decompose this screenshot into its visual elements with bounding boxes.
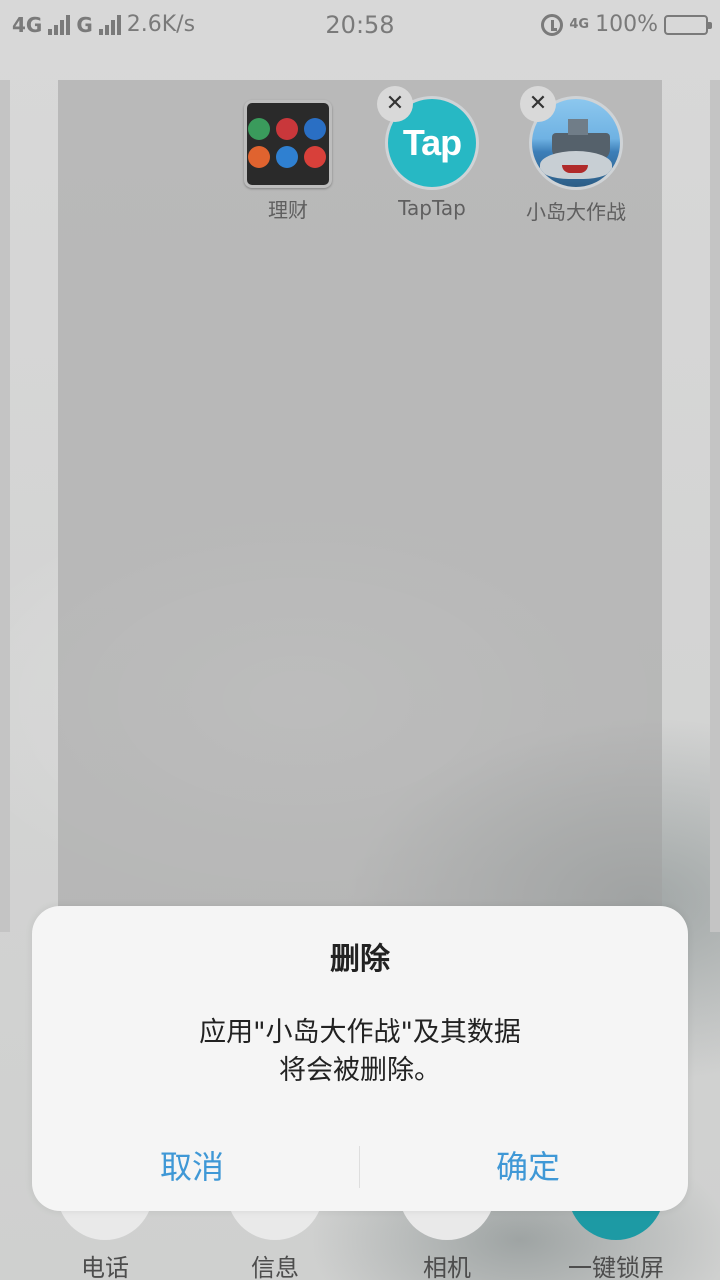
confirm-button[interactable]: 确定	[368, 1142, 688, 1192]
adjacent-page-left[interactable]	[0, 80, 10, 932]
delete-dialog: 删除 应用"小岛大作战"及其数据 将会被删除。 取消 确定	[32, 906, 688, 1211]
delete-island-game-button[interactable]: ✕	[520, 86, 556, 122]
app-label: 理财	[268, 198, 308, 222]
home-page-edit-panel: 理财 Tap TapTap ✕ 小岛大作战 ✕	[58, 80, 662, 910]
folder-app-4-icon	[248, 146, 270, 168]
dock-label: 信息	[251, 1254, 299, 1280]
folder-icon[interactable]	[244, 100, 332, 188]
dialog-message: 应用"小岛大作战"及其数据 将会被删除。	[32, 1014, 688, 1090]
dialog-title: 删除	[330, 942, 390, 977]
delete-taptap-button[interactable]: ✕	[377, 86, 413, 122]
folder-app-1-icon	[248, 118, 270, 140]
folder-app-5-icon	[276, 146, 298, 168]
alarm-icon	[541, 13, 564, 36]
button-divider	[359, 1146, 360, 1188]
dialog-message-line-2: 将会被删除。	[279, 1055, 441, 1086]
dock-label: 一键锁屏	[568, 1254, 664, 1280]
status-bar: 4G G 2.6K/s 20:58 4G 100%	[0, 0, 720, 50]
app-label: TapTap	[398, 196, 466, 220]
cancel-button[interactable]: 取消	[32, 1142, 352, 1192]
shark-graphic	[540, 151, 612, 179]
status-right: 4G 100%	[541, 12, 712, 37]
folder-app-3-icon	[304, 118, 326, 140]
adjacent-page-right[interactable]	[710, 80, 720, 932]
network-4g-icon: 4G	[569, 16, 590, 32]
battery-icon	[664, 14, 712, 35]
app-folder-licai[interactable]: 理财	[228, 100, 348, 223]
folder-app-2-icon	[276, 118, 298, 140]
battery-percent: 100%	[595, 12, 658, 37]
app-label: 小岛大作战	[526, 200, 626, 224]
dialog-message-line-1: 应用"小岛大作战"及其数据	[199, 1017, 521, 1048]
dock-label: 相机	[423, 1254, 471, 1280]
folder-app-6-icon	[304, 146, 326, 168]
dock-label: 电话	[81, 1254, 129, 1280]
